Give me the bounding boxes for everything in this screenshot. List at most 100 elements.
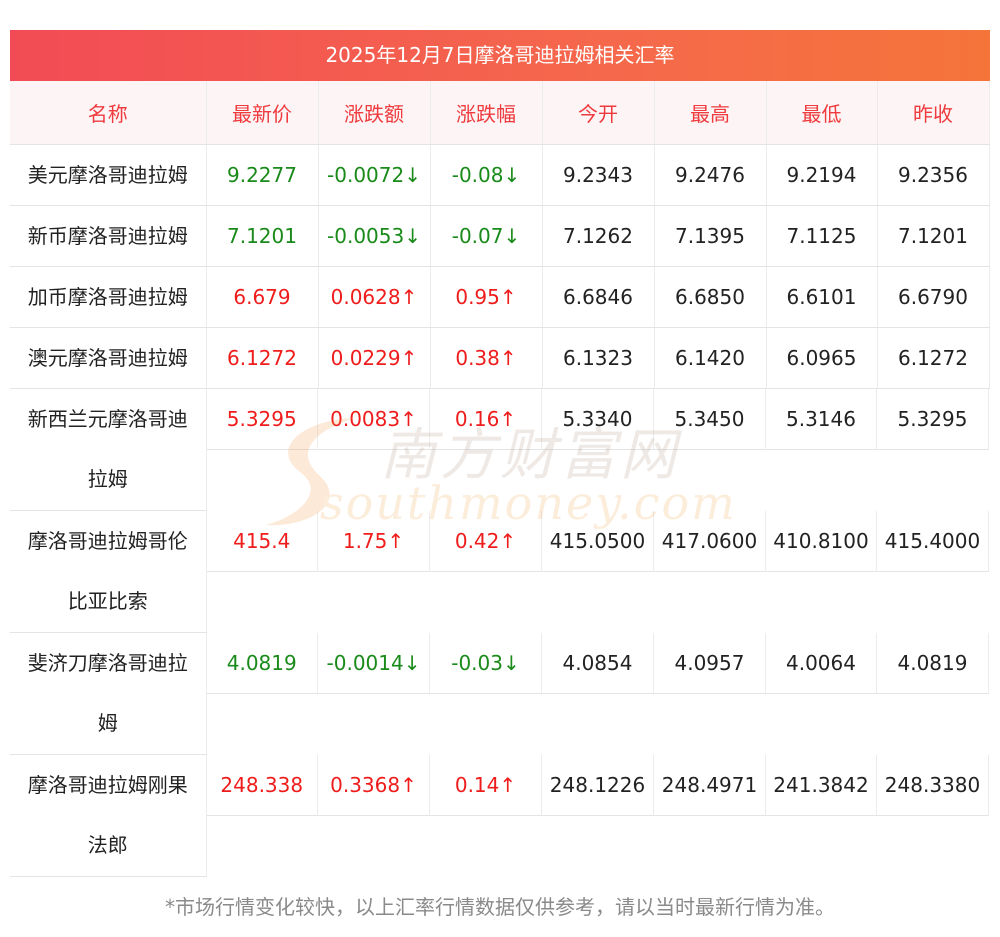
- currency-pair-name-line1: 澳元摩洛哥迪拉姆: [27, 346, 188, 370]
- latest-price: 7.1201: [206, 205, 319, 267]
- currency-pair-name-line1: 斐济刀摩洛哥迪拉: [27, 651, 188, 675]
- change-amount-cell: 0.0083↑: [318, 389, 430, 511]
- open-price: 7.1262: [542, 205, 655, 267]
- column-header-low: 最低: [766, 81, 878, 145]
- change-pct-cell: 0.16↑: [430, 389, 542, 511]
- high-price: 6.1420: [654, 327, 767, 389]
- low-price: 6.6101: [766, 266, 878, 328]
- open-price: 5.3340: [542, 389, 654, 450]
- latest-price: 415.4: [206, 510, 318, 572]
- currency-pair-name-line2: 法郎: [87, 833, 128, 857]
- high-price-cell: 4.0957: [654, 632, 766, 755]
- currency-pair-name-line2: 姆: [97, 711, 118, 735]
- change-pct: 0.95↑: [430, 266, 543, 328]
- change-amount: 0.0229↑: [318, 327, 431, 389]
- column-header-latest: 最新价: [206, 81, 319, 145]
- low-price-cell: 410.8100: [766, 510, 877, 633]
- prev-close-cell: 4.0819: [877, 632, 989, 755]
- high-price: 4.0957: [654, 632, 766, 694]
- high-price-cell: 5.3450: [654, 389, 766, 511]
- open-price-cell: 4.0854: [542, 632, 654, 755]
- currency-pair-name: 斐济刀摩洛哥迪拉姆: [10, 632, 207, 755]
- prev-close-cell: 248.3380: [877, 754, 989, 877]
- currency-pair-name: 美元摩洛哥迪拉姆: [10, 144, 207, 206]
- table-row: 摩洛哥迪拉姆哥伦 比亚比索 415.4 1.75↑ 0.42↑ 415.0500 417.0…: [10, 510, 989, 633]
- table-row: 澳元摩洛哥迪拉姆 6.1272 0.0229↑ 0.38↑ 6.1323 6.1420 6.…: [10, 327, 990, 389]
- high-price: 9.2476: [654, 144, 767, 206]
- change-pct-cell: 0.42↑: [430, 510, 542, 633]
- latest-price: 6.1272: [206, 327, 319, 389]
- latest-price-cell: 5.3295: [206, 389, 318, 511]
- low-price: 9.2194: [766, 144, 878, 206]
- low-price: 5.3146: [766, 389, 877, 450]
- table-row: 斐济刀摩洛哥迪拉姆 4.0819 -0.0014↓ -0.03↓ 4.0854 4.095…: [10, 632, 989, 755]
- currency-pair-name: 新西兰元摩洛哥迪 拉姆: [10, 388, 207, 511]
- latest-price-cell: 248.338: [206, 754, 318, 877]
- change-amount-cell: 1.75↑: [318, 510, 430, 633]
- open-price: 248.1226: [542, 754, 654, 816]
- change-pct-cell: -0.03↓: [430, 632, 542, 755]
- exchange-rate-table: 名称 最新价 涨跌额 涨跌幅 今开 最高 最低 昨收 美元摩洛哥迪拉姆 9.227…: [10, 81, 990, 877]
- low-price-cell: 241.3842: [766, 754, 877, 877]
- prev-close: 248.3380: [877, 754, 989, 816]
- currency-pair-name-line1: 新西兰元摩洛哥迪: [27, 407, 188, 431]
- latest-price: 5.3295: [206, 389, 318, 450]
- prev-close: 4.0819: [877, 632, 989, 694]
- low-price: 7.1125: [766, 205, 878, 267]
- table-row: 新西兰元摩洛哥迪 拉姆 5.3295 0.0083↑ 0.16↑ 5.3340 5.3450…: [10, 388, 989, 511]
- latest-price: 6.679: [206, 266, 319, 328]
- low-price: 241.3842: [766, 754, 877, 816]
- latest-price: 9.2277: [206, 144, 319, 206]
- disclaimer-footnote: *市场行情变化较快，以上汇率行情数据仅供参考，请以当时最新行情为准。: [165, 895, 835, 919]
- table-row: 摩洛哥迪拉姆刚果 法郎 248.338 0.3368↑ 0.14↑ 248.1226 248…: [10, 754, 989, 877]
- currency-pair-name: 加币摩洛哥迪拉姆: [10, 266, 207, 328]
- currency-pair-name-line1: 摩洛哥迪拉姆刚果: [27, 773, 188, 797]
- change-amount: -0.0072↓: [318, 144, 431, 206]
- change-amount: 1.75↑: [318, 510, 430, 572]
- column-header-name: 名称: [10, 81, 207, 145]
- column-header-open: 今开: [542, 81, 655, 145]
- high-price-cell: 417.0600: [654, 510, 766, 633]
- currency-pair-name-line1: 加币摩洛哥迪拉姆: [27, 285, 188, 309]
- open-price-cell: 5.3340: [542, 389, 654, 511]
- low-price-cell: 4.0064: [766, 632, 877, 755]
- column-header-change-pct: 涨跌幅: [430, 81, 543, 145]
- change-pct-cell: 0.14↑: [430, 754, 542, 877]
- currency-pair-name: 新币摩洛哥迪拉姆: [10, 205, 207, 267]
- change-pct: -0.08↓: [430, 144, 543, 206]
- currency-pair-name: 摩洛哥迪拉姆哥伦 比亚比索: [10, 510, 207, 633]
- change-pct: 0.42↑: [430, 510, 542, 572]
- high-price: 5.3450: [654, 389, 766, 450]
- open-price: 415.0500: [542, 510, 654, 572]
- open-price: 9.2343: [542, 144, 655, 206]
- change-pct: 0.16↑: [430, 389, 542, 450]
- change-amount: -0.0014↓: [318, 632, 430, 694]
- column-header-change: 涨跌额: [318, 81, 431, 145]
- table-row: 加币摩洛哥迪拉姆 6.679 0.0628↑ 0.95↑ 6.6846 6.6850 6.6…: [10, 266, 990, 328]
- table-row: 新币摩洛哥迪拉姆 7.1201 -0.0053↓ -0.07↓ 7.1262 7.1395…: [10, 205, 990, 267]
- currency-pair-name-line1: 新币摩洛哥迪拉姆: [27, 224, 188, 248]
- column-header-prev-close: 昨收: [877, 81, 990, 145]
- page-title: 2025年12月7日摩洛哥迪拉姆相关汇率: [10, 30, 990, 81]
- currency-pair-name-line2: 比亚比索: [67, 589, 148, 613]
- change-pct: -0.03↓: [430, 632, 542, 694]
- open-price: 6.1323: [542, 327, 655, 389]
- high-price: 417.0600: [654, 510, 766, 572]
- change-amount-cell: -0.0014↓: [318, 632, 430, 755]
- prev-close: 9.2356: [877, 144, 990, 206]
- prev-close: 7.1201: [877, 205, 990, 267]
- currency-pair-name-line2: 拉姆: [87, 467, 128, 491]
- open-price: 4.0854: [542, 632, 654, 694]
- low-price: 6.0965: [766, 327, 878, 389]
- open-price: 6.6846: [542, 266, 655, 328]
- high-price: 248.4971: [654, 754, 766, 816]
- high-price: 6.6850: [654, 266, 767, 328]
- change-pct: 0.14↑: [430, 754, 542, 816]
- change-pct: 0.38↑: [430, 327, 543, 389]
- low-price: 410.8100: [766, 510, 877, 572]
- change-amount-cell: 0.3368↑: [318, 754, 430, 877]
- currency-pair-name-line1: 美元摩洛哥迪拉姆: [27, 163, 188, 187]
- currency-pair-name: 澳元摩洛哥迪拉姆: [10, 327, 207, 389]
- latest-price-cell: 4.0819: [206, 632, 318, 755]
- prev-close: 415.4000: [877, 510, 989, 572]
